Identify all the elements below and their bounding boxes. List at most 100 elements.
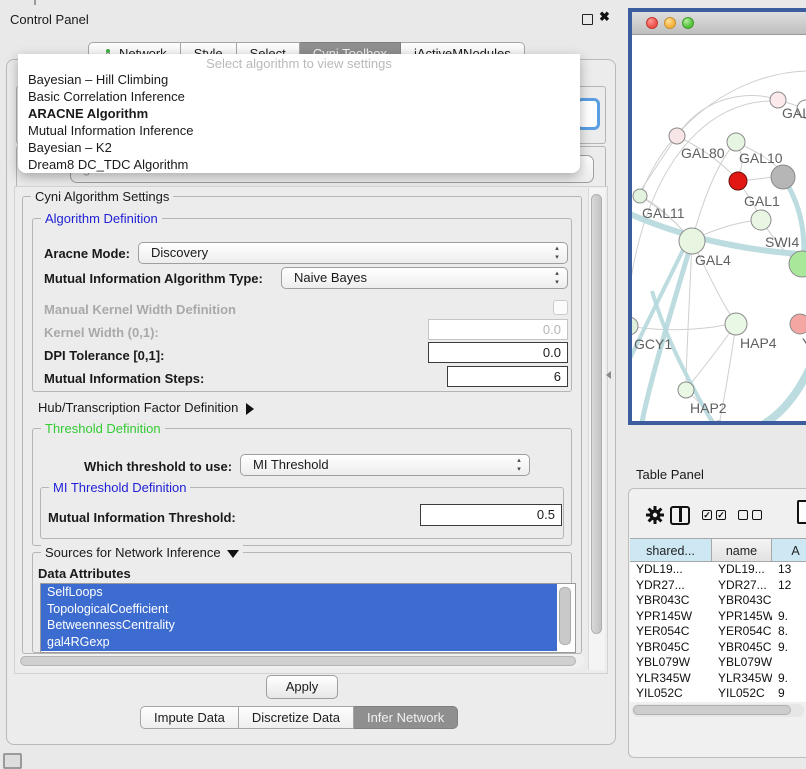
table-cell: 12 bbox=[772, 578, 806, 593]
unchecked-columns-icon[interactable] bbox=[752, 510, 762, 520]
network-view-window: GALGAL80GAL10GAL1GAL11SWI4GAL4GCY1HAP4YH… bbox=[628, 8, 806, 425]
network-node-label: Y bbox=[802, 335, 806, 351]
table-cell: 9. bbox=[772, 609, 806, 624]
network-edge[interactable] bbox=[764, 349, 806, 421]
close-icon[interactable]: ✖ bbox=[599, 9, 610, 25]
network-node[interactable] bbox=[729, 172, 747, 190]
attribute-list-item[interactable]: SelfLoops bbox=[41, 584, 557, 601]
algorithm-option[interactable]: Bayesian – K2 bbox=[18, 139, 580, 156]
checked-columns-icon[interactable]: ✓ bbox=[716, 510, 726, 520]
attribute-list-item[interactable]: BetweennessCentrality bbox=[41, 617, 557, 634]
network-node-label: GAL4 bbox=[695, 252, 731, 268]
table-cell: YBR045C bbox=[630, 640, 712, 655]
float-window-icon[interactable] bbox=[582, 14, 593, 25]
column-header[interactable]: A bbox=[772, 538, 806, 562]
sources-title: Sources for Network Inference bbox=[41, 545, 243, 560]
table-row[interactable]: YBL079WYBL079W bbox=[630, 655, 806, 671]
zoom-traffic-light[interactable] bbox=[682, 17, 694, 29]
which-threshold-value: MI Threshold bbox=[253, 457, 329, 472]
attribute-list-item[interactable]: gal4RGexp bbox=[41, 634, 557, 651]
table-cell: YLR345W bbox=[630, 671, 712, 686]
network-node-label: GAL11 bbox=[642, 205, 685, 221]
table-row[interactable]: YBR043CYBR043C bbox=[630, 593, 806, 609]
network-node[interactable] bbox=[727, 133, 745, 151]
column-header[interactable]: name bbox=[712, 538, 772, 562]
algorithm-option[interactable]: ARACNE Algorithm bbox=[18, 105, 580, 122]
table-horizontal-scrollbar[interactable] bbox=[632, 704, 804, 717]
split-view-icon[interactable] bbox=[670, 506, 690, 525]
network-node[interactable] bbox=[725, 313, 747, 335]
algorithm-option[interactable]: Basic Correlation Inference bbox=[18, 88, 580, 105]
aracne-mode-combo[interactable]: Discovery ▴▾ bbox=[138, 242, 568, 264]
attribute-list-item[interactable]: TopologicalCoefficient bbox=[41, 601, 557, 618]
data-attributes-label: Data Attributes bbox=[38, 566, 131, 581]
algorithm-option[interactable]: Bayesian – Hill Climbing bbox=[18, 71, 580, 88]
gear-icon[interactable] bbox=[645, 505, 665, 525]
data-attributes-list[interactable]: SelfLoopsTopologicalCoefficientBetweenne… bbox=[40, 583, 576, 653]
tab-discretize-data[interactable]: Discretize Data bbox=[239, 706, 354, 729]
table-panel-title: Table Panel bbox=[636, 467, 704, 482]
table-cell: YBL079W bbox=[712, 655, 772, 670]
bottom-left-grid-icon[interactable] bbox=[3, 753, 22, 769]
stepper-arrows-icon: ▴▾ bbox=[552, 269, 562, 287]
tab-impute-data[interactable]: Impute Data bbox=[140, 706, 239, 729]
network-node-label: GAL1 bbox=[744, 193, 780, 209]
table-cell: YBR045C bbox=[712, 640, 772, 655]
stepper-arrows-icon: ▴▾ bbox=[552, 244, 562, 262]
network-node[interactable] bbox=[669, 128, 685, 144]
network-node[interactable] bbox=[790, 314, 806, 334]
apply-button[interactable]: Apply bbox=[266, 675, 338, 699]
table-row[interactable]: YDL19...YDL19...13 bbox=[630, 562, 806, 578]
tab-infer-network[interactable]: Infer Network bbox=[354, 706, 458, 729]
algorithm-dropdown-popup: Select algorithm to view settings Bayesi… bbox=[18, 54, 580, 173]
which-threshold-label: Which threshold to use: bbox=[84, 459, 232, 474]
manual-kernel-checkbox[interactable] bbox=[553, 300, 568, 315]
checked-columns-icon[interactable]: ✓ bbox=[702, 510, 712, 520]
table-row[interactable]: YBR045CYBR045C9. bbox=[630, 640, 806, 656]
network-canvas[interactable]: GALGAL80GAL10GAL1GAL11SWI4GAL4GCY1HAP4YH… bbox=[632, 35, 806, 421]
table-row[interactable]: YDR27...YDR27...12 bbox=[630, 578, 806, 594]
document-icon[interactable] bbox=[797, 500, 806, 524]
kernel-width-field[interactable]: 0.0 bbox=[428, 319, 568, 340]
close-traffic-light[interactable] bbox=[646, 17, 658, 29]
network-node-label: GAL10 bbox=[739, 150, 783, 166]
column-header[interactable]: shared... bbox=[630, 538, 712, 562]
table-cell: YLR345W bbox=[712, 671, 772, 686]
table-row[interactable]: YPR145WYPR145W9. bbox=[630, 609, 806, 625]
minimize-traffic-light[interactable] bbox=[664, 17, 676, 29]
settings-horizontal-scrollbar[interactable] bbox=[18, 654, 584, 668]
algorithm-option[interactable]: Dream8 DC_TDC Algorithm bbox=[18, 156, 580, 173]
table-cell: 8. bbox=[772, 624, 806, 639]
unchecked-columns-icon[interactable] bbox=[738, 510, 748, 520]
table-row[interactable]: YIL052CYIL052C9 bbox=[630, 686, 806, 702]
table-row[interactable]: YLR345WYLR345W9. bbox=[630, 671, 806, 687]
hub-definition-toggle[interactable]: Hub/Transcription Factor Definition bbox=[38, 400, 254, 415]
network-node[interactable] bbox=[632, 317, 638, 335]
algorithm-option[interactable]: Mutual Information Inference bbox=[18, 122, 580, 139]
network-node-label: SWI4 bbox=[765, 234, 799, 250]
table-cell: YPR145W bbox=[712, 609, 772, 624]
cyni-mode-tabbar: Impute DataDiscretize DataInfer Network bbox=[140, 706, 458, 729]
mi-threshold-field[interactable]: 0.5 bbox=[420, 504, 562, 526]
network-node[interactable] bbox=[751, 210, 771, 230]
manual-kernel-label: Manual Kernel Width Definition bbox=[44, 302, 236, 317]
threshold-definition-title: Threshold Definition bbox=[41, 421, 165, 436]
mi-type-combo[interactable]: Naive Bayes ▴▾ bbox=[281, 267, 568, 289]
attributes-scrollbar[interactable] bbox=[558, 586, 571, 648]
which-threshold-combo[interactable]: MI Threshold ▴▾ bbox=[240, 454, 530, 476]
table-row[interactable]: YER054CYER054C8. bbox=[630, 624, 806, 640]
network-node[interactable] bbox=[771, 165, 795, 189]
network-node-label: GAL bbox=[782, 105, 806, 121]
network-node[interactable] bbox=[679, 228, 705, 254]
network-node[interactable] bbox=[633, 189, 647, 203]
mi-steps-field[interactable]: 6 bbox=[447, 366, 568, 387]
table-cell: YDL19... bbox=[712, 562, 772, 577]
split-pane-collapse-handle[interactable] bbox=[606, 371, 611, 379]
network-window-titlebar[interactable] bbox=[632, 12, 806, 35]
network-node[interactable] bbox=[678, 382, 694, 398]
dpi-tolerance-field[interactable]: 0.0 bbox=[428, 342, 568, 363]
settings-vertical-scrollbar[interactable] bbox=[588, 188, 605, 670]
mi-threshold-title: MI Threshold Definition bbox=[49, 480, 190, 495]
mi-type-value: Naive Bayes bbox=[294, 270, 367, 285]
table-header-row: shared...nameA bbox=[630, 538, 806, 562]
